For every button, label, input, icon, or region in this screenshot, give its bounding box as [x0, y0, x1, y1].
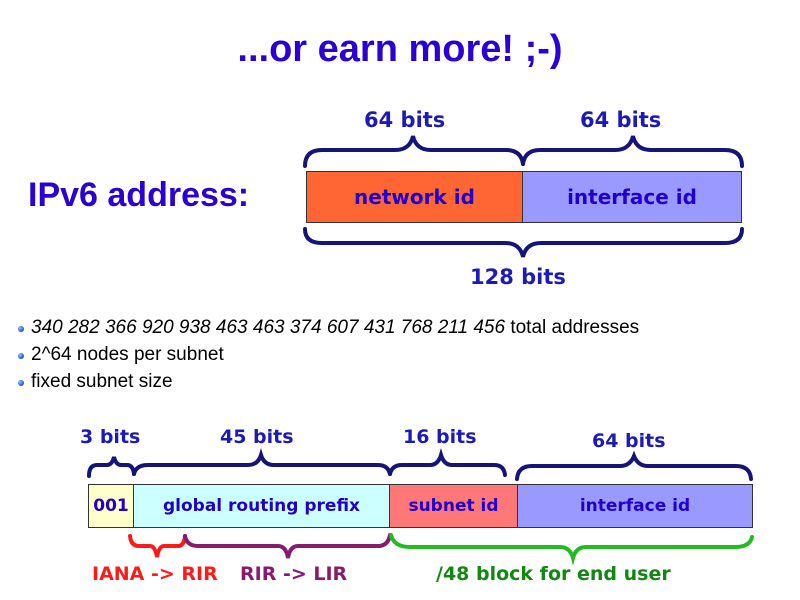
- brace-iana-rir: [128, 534, 187, 558]
- bullet-list: 340 282 366 920 938 463 463 374 607 431 …: [18, 314, 639, 395]
- bullet-item: 2^64 nodes per subnet: [18, 341, 639, 368]
- rir-lir-label: RIR -> LIR: [240, 563, 348, 585]
- prefix-bits-label: 3 bits: [80, 426, 141, 448]
- prefix-001-label: 001: [93, 496, 129, 516]
- nodes-per-subnet-text: 2^64 nodes per subnet: [31, 344, 224, 365]
- brace-64-bits-bottom: [515, 450, 753, 481]
- prefix-001-field: 001: [88, 484, 134, 528]
- bullet-icon: [18, 352, 24, 359]
- bullet-item: fixed subnet size: [18, 368, 639, 395]
- subnet-id-field: subnet id: [389, 484, 518, 528]
- iana-rir-label: IANA -> RIR: [92, 563, 218, 585]
- bullet-icon: [18, 325, 24, 332]
- brace-interface-id: [521, 135, 744, 168]
- interface-id-field-bottom: interface id: [517, 484, 753, 528]
- global-routing-prefix-field: global routing prefix: [133, 484, 390, 528]
- global-routing-prefix-label: global routing prefix: [162, 496, 361, 516]
- brace-rir-lir: [183, 533, 392, 559]
- subnet-id-label: subnet id: [408, 496, 499, 516]
- bullet-icon: [18, 379, 24, 386]
- brace-128-bits: [303, 227, 744, 258]
- bullet-item: 340 282 366 920 938 463 463 374 607 431 …: [18, 314, 639, 341]
- fixed-subnet-text: fixed subnet size: [31, 371, 173, 392]
- end-user-block-label: /48 block for end user: [436, 563, 671, 585]
- total-addresses-text: total addresses: [505, 317, 640, 338]
- total-addresses-number: 340 282 366 920 938 463 463 374 607 431 …: [31, 317, 506, 338]
- brace-45-bits: [132, 448, 392, 476]
- subnet-bits-label: 16 bits: [403, 426, 477, 448]
- interface-bits-label-bottom: 64 bits: [592, 430, 666, 452]
- brace-end-user: [389, 533, 754, 566]
- brace-3-bits: [87, 456, 136, 478]
- brace-16-bits: [388, 448, 507, 477]
- interface-id-label-bottom: interface id: [579, 496, 691, 516]
- brace-network-id: [303, 135, 525, 168]
- routing-prefix-bits-label: 45 bits: [220, 426, 294, 448]
